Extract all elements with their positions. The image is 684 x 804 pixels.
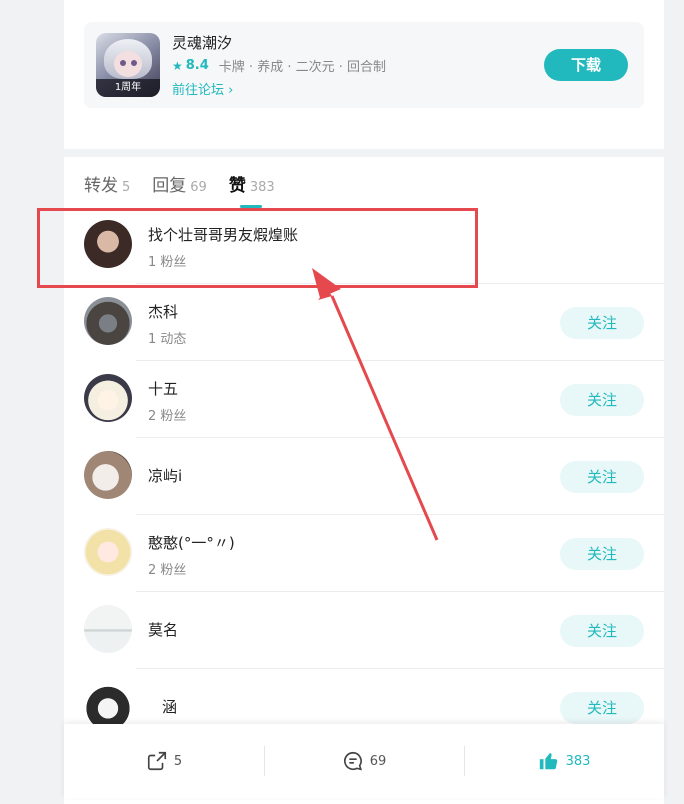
anniversary-badge: 1周年 — [96, 79, 160, 97]
avatar[interactable] — [84, 682, 132, 730]
bottom-action-bar: 5 69 383 — [64, 724, 664, 798]
thumbs-up-icon — [539, 753, 557, 770]
user-name[interactable]: 找个壮哥哥男友煆煌账 — [148, 224, 298, 245]
avatar[interactable] — [84, 297, 132, 345]
avatar[interactable] — [84, 374, 132, 422]
user-stat: 1 动态 — [148, 332, 187, 347]
game-title[interactable]: 灵魂潮汐 — [172, 32, 232, 53]
comment-icon — [343, 751, 362, 771]
follow-button[interactable]: 关注 — [560, 615, 644, 647]
user-stat: 1 粉丝 — [148, 255, 187, 270]
user-stat: 2 粉丝 — [148, 409, 187, 424]
user-name[interactable]: 凉屿i — [148, 465, 182, 486]
avatar[interactable] — [84, 220, 132, 268]
game-section: 1周年 灵魂潮汐 ★ 8.4 卡牌 · 养成 · 二次元 · 回合制 前往论坛 … — [64, 0, 664, 149]
interaction-tabs: 转发 5 回复 69 赞 383 — [84, 171, 297, 208]
list-item[interactable]: 十五 2 粉丝 关注 — [64, 361, 664, 438]
like-count: 383 — [565, 753, 591, 769]
star-icon: ★ — [172, 58, 183, 73]
list-item[interactable]: 憨憨(°一°〃) 2 粉丝 关注 — [64, 515, 664, 592]
follow-button[interactable]: 关注 — [560, 538, 644, 570]
list-item[interactable]: 莫名 关注 — [64, 592, 664, 669]
game-score: 8.4 — [185, 58, 209, 73]
download-button[interactable]: 下载 — [544, 49, 628, 81]
avatar[interactable] — [84, 605, 132, 653]
avatar[interactable] — [84, 528, 132, 576]
user-name[interactable]: 涵 — [162, 696, 177, 717]
list-item[interactable]: 找个壮哥哥男友煆煌账 1 粉丝 — [64, 207, 664, 284]
follow-button[interactable]: 关注 — [560, 307, 644, 339]
list-item[interactable]: 凉屿i 关注 — [64, 438, 664, 515]
follow-button[interactable]: 关注 — [560, 461, 644, 493]
forum-link[interactable]: 前往论坛 › — [172, 79, 233, 98]
game-meta: ★ 8.4 卡牌 · 养成 · 二次元 · 回合制 — [172, 56, 386, 75]
tab-repost[interactable]: 转发 5 — [84, 171, 130, 207]
follow-button[interactable]: 关注 — [560, 384, 644, 416]
user-name[interactable]: 十五 — [148, 378, 178, 399]
interaction-list: 转发 5 回复 69 赞 383 找个壮哥哥男友煆煌账 1 粉丝 杰科 1 动态… — [64, 157, 664, 804]
follow-button[interactable]: 关注 — [560, 692, 644, 724]
user-list: 找个壮哥哥男友煆煌账 1 粉丝 杰科 1 动态 关注 十五 2 粉丝 关注 凉屿… — [64, 207, 664, 746]
game-cover-image[interactable]: 1周年 — [96, 33, 160, 97]
share-count: 5 — [173, 753, 183, 769]
comment-button[interactable]: 69 — [264, 724, 464, 798]
tab-replies[interactable]: 回复 69 — [152, 171, 207, 207]
user-name[interactable]: 杰科 — [148, 301, 178, 322]
user-stat: 2 粉丝 — [148, 563, 187, 578]
comment-count: 69 — [369, 753, 387, 769]
share-icon — [147, 751, 166, 771]
tab-likes[interactable]: 赞 383 — [229, 171, 275, 208]
avatar[interactable] — [84, 451, 132, 499]
user-name[interactable]: 莫名 — [148, 619, 178, 640]
user-name[interactable]: 憨憨(°一°〃) — [148, 532, 235, 553]
game-tags: 卡牌 · 养成 · 二次元 · 回合制 — [218, 60, 386, 75]
share-button[interactable]: 5 — [64, 724, 264, 798]
list-item[interactable]: 杰科 1 动态 关注 — [64, 284, 664, 361]
game-card[interactable]: 1周年 灵魂潮汐 ★ 8.4 卡牌 · 养成 · 二次元 · 回合制 前往论坛 … — [84, 22, 644, 108]
like-button[interactable]: 383 — [464, 724, 664, 798]
